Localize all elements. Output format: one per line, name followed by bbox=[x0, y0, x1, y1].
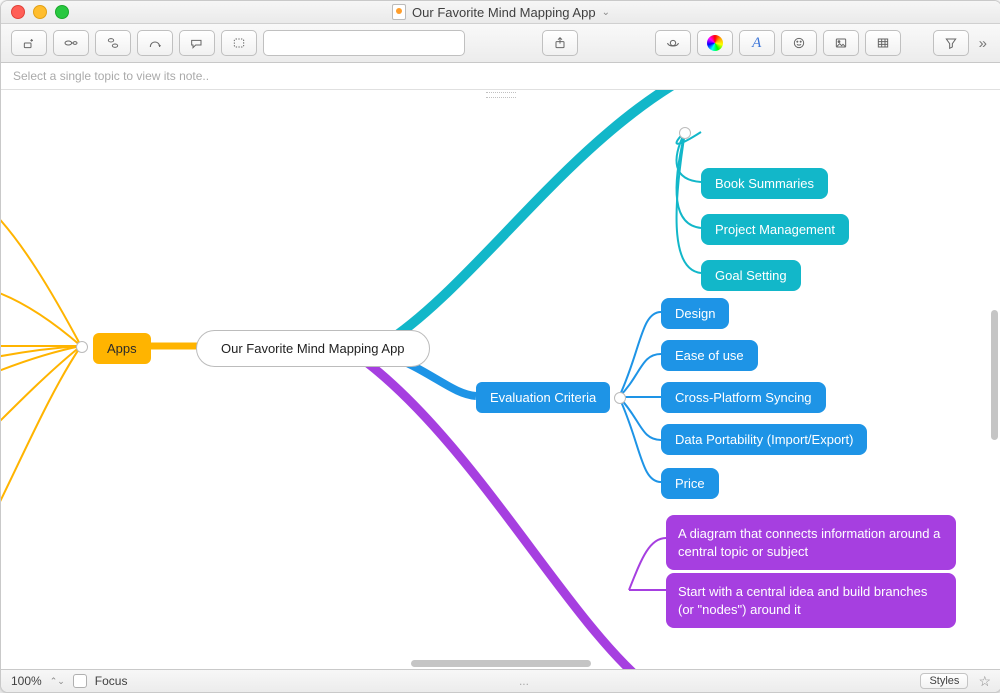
filter-button[interactable] bbox=[933, 30, 969, 56]
toolbar: A » bbox=[1, 24, 1000, 63]
toolbar-overflow-icon[interactable]: » bbox=[975, 35, 991, 52]
evaluation-criteria-node[interactable]: Evaluation Criteria bbox=[476, 382, 610, 413]
status-bar: 100% ⌃⌄ Focus ... Styles ☆ bbox=[1, 669, 1000, 692]
node-label: Book Summaries bbox=[715, 176, 814, 191]
color-button[interactable] bbox=[697, 30, 733, 56]
font-button[interactable]: A bbox=[739, 30, 775, 56]
blue-node[interactable]: Data Portability (Import/Export) bbox=[661, 424, 867, 455]
node-label: A diagram that connects information arou… bbox=[678, 526, 940, 559]
node-label: Goal Setting bbox=[715, 268, 787, 283]
blue-node[interactable]: Cross-Platform Syncing bbox=[661, 382, 826, 413]
note-placeholder: Select a single topic to view its note.. bbox=[13, 69, 209, 83]
branch-joint[interactable] bbox=[76, 341, 88, 353]
node-label: Meeting Notes bbox=[715, 128, 799, 143]
node-label: Start with a central idea and build bran… bbox=[678, 584, 927, 617]
central-topic-label: Our Favorite Mind Mapping App bbox=[221, 341, 405, 356]
chevron-down-icon[interactable]: ⌄ bbox=[602, 7, 610, 18]
blue-node[interactable]: Price bbox=[661, 468, 719, 499]
search-field[interactable] bbox=[263, 30, 465, 56]
node-label: Apps bbox=[107, 341, 137, 356]
focus-checkbox[interactable] bbox=[73, 674, 87, 688]
app-window: Our Favorite Mind Mapping App ⌄ A » Sele… bbox=[0, 0, 1000, 693]
teal-node[interactable]: Goal Setting bbox=[701, 260, 801, 291]
font-icon: A bbox=[752, 35, 761, 52]
blue-node[interactable]: Design bbox=[661, 298, 729, 329]
theme-button[interactable] bbox=[655, 30, 691, 56]
node-label: Data Portability (Import/Export) bbox=[675, 432, 853, 447]
node-label: Price bbox=[675, 476, 705, 491]
purple-node[interactable]: Start with a central idea and build bran… bbox=[666, 573, 956, 628]
callout-button[interactable] bbox=[179, 30, 215, 56]
vertical-scrollbar[interactable] bbox=[991, 310, 998, 440]
emoji-button[interactable] bbox=[781, 30, 817, 56]
zoom-level[interactable]: 100% bbox=[11, 674, 42, 688]
horizontal-scrollbar[interactable] bbox=[411, 660, 591, 667]
image-button[interactable] bbox=[823, 30, 859, 56]
new-topic-button[interactable] bbox=[11, 30, 47, 56]
chevron-up-down-icon[interactable]: ⌃⌄ bbox=[50, 676, 65, 687]
status-ellipsis: ... bbox=[135, 674, 912, 688]
star-icon[interactable]: ☆ bbox=[978, 673, 991, 690]
purple-node[interactable]: A diagram that connects information arou… bbox=[666, 515, 956, 570]
branch-joint[interactable] bbox=[614, 392, 626, 404]
boundary-button[interactable] bbox=[221, 30, 257, 56]
focus-label: Focus bbox=[95, 674, 128, 688]
node-label: Ease of use bbox=[675, 348, 744, 363]
relationship-button[interactable] bbox=[137, 30, 173, 56]
branch-joint[interactable] bbox=[679, 127, 691, 139]
blue-node[interactable]: Ease of use bbox=[661, 340, 758, 371]
node-label: Design bbox=[675, 306, 715, 321]
styles-button[interactable]: Styles bbox=[920, 673, 968, 689]
grid-button[interactable] bbox=[865, 30, 901, 56]
canvas[interactable]: Our Favorite Mind Mapping App Apps Meeti… bbox=[1, 90, 1000, 669]
window-title: Our Favorite Mind Mapping App ⌄ bbox=[1, 4, 1000, 20]
note-bar[interactable]: Select a single topic to view its note.. bbox=[1, 63, 1000, 90]
titlebar: Our Favorite Mind Mapping App ⌄ bbox=[1, 1, 1000, 24]
color-wheel-icon bbox=[707, 35, 723, 51]
teal-node[interactable]: Book Summaries bbox=[701, 168, 828, 199]
apps-node[interactable]: Apps bbox=[93, 333, 151, 364]
document-icon bbox=[392, 4, 406, 20]
add-child-button[interactable] bbox=[53, 30, 89, 56]
teal-node[interactable]: Project Management bbox=[701, 214, 849, 245]
add-sibling-button[interactable] bbox=[95, 30, 131, 56]
node-label: Project Management bbox=[715, 222, 835, 237]
node-label: Evaluation Criteria bbox=[490, 390, 596, 405]
node-label: Cross-Platform Syncing bbox=[675, 390, 812, 405]
central-topic[interactable]: Our Favorite Mind Mapping App bbox=[196, 330, 430, 367]
window-title-text: Our Favorite Mind Mapping App bbox=[412, 5, 596, 20]
share-button[interactable] bbox=[542, 30, 578, 56]
